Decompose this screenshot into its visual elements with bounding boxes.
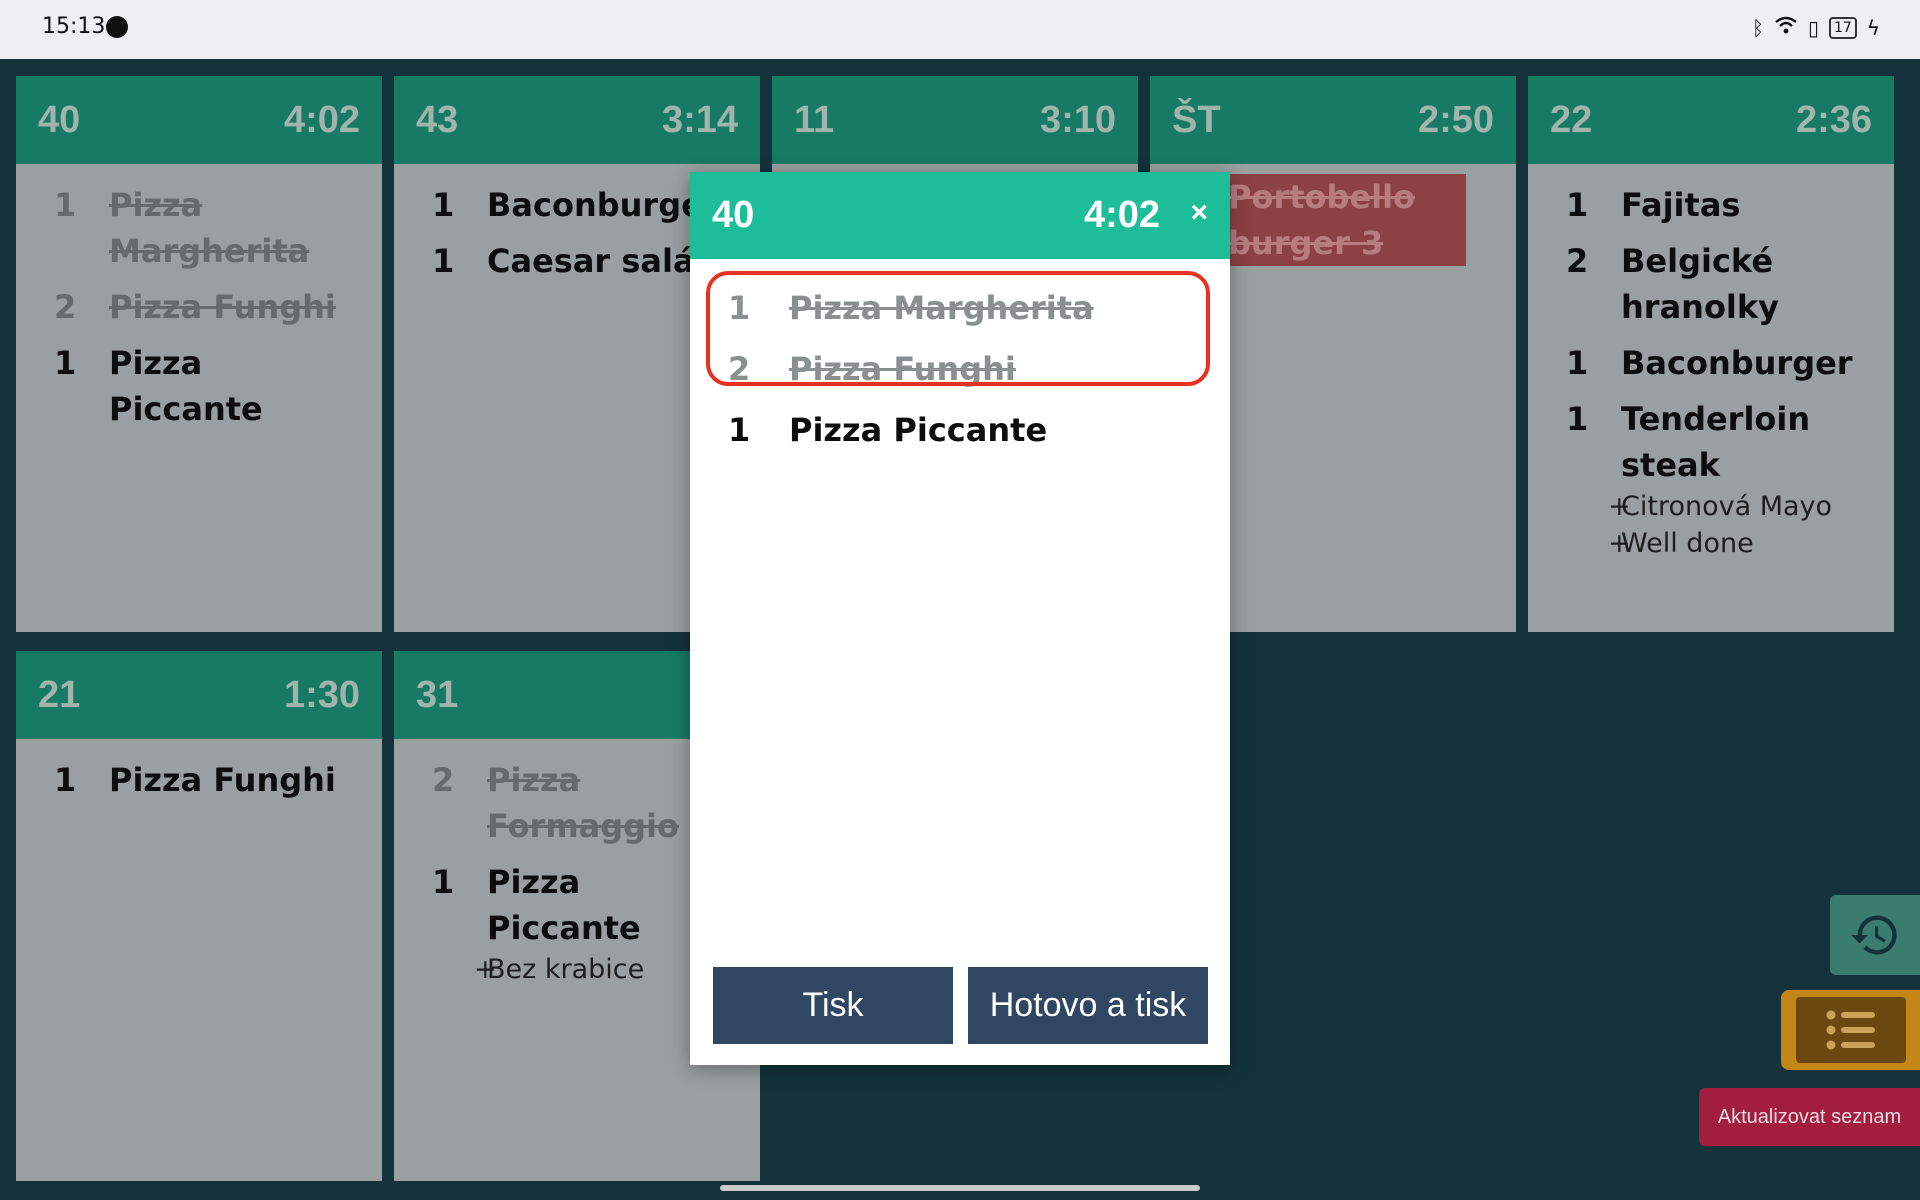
wifi-icon (1774, 15, 1798, 40)
done-and-print-button[interactable]: Hotovo a tisk (968, 967, 1208, 1044)
item-name: Pizza Funghi (109, 761, 336, 799)
list-icon (1826, 1010, 1875, 1050)
item-quantity: 1 (54, 344, 77, 382)
table-number: 40 (38, 98, 81, 141)
table-number: 43 (416, 98, 459, 141)
table-number: 11 (794, 98, 835, 141)
ticket-timer: 3:10 (1039, 98, 1116, 141)
charging-icon: ϟ (1866, 15, 1880, 40)
ticket-header: 22 2:36 (1528, 76, 1894, 164)
bluetooth-icon: ᛒ (1751, 15, 1764, 40)
order-item[interactable]: 2 Pizza Formaggio (414, 757, 679, 849)
modal-timer: 4:02 (1083, 194, 1160, 236)
item-name: Pizza Funghi (789, 349, 1016, 388)
ticket-header: 21 1:30 (16, 651, 382, 739)
battery-icon: 17 (1828, 16, 1857, 39)
item-quantity: 1 (54, 186, 77, 224)
item-name: Pizza Formaggio (487, 761, 680, 845)
item-quantity: 2 (432, 761, 455, 799)
print-button[interactable]: Tisk (713, 967, 953, 1044)
ticket-header: 11 3:10 (772, 76, 1138, 164)
order-item[interactable]: 1 Baconburger (1548, 340, 1874, 386)
modal-order-item[interactable]: 2 Pizza Funghi (690, 338, 1230, 399)
item-name: Fajitas (1621, 186, 1741, 224)
ticket-timer: 4:02 (283, 98, 360, 141)
status-bar: 15:13 ᛒ ▯ 17 ϟ (0, 0, 1920, 59)
item-name: Pizza Piccante (487, 863, 641, 947)
ticket-header: 40 4:02 (16, 76, 382, 164)
modal-order-item[interactable]: 1 Pizza Margherita (690, 277, 1230, 338)
ticket-timer: 1:30 (283, 673, 360, 716)
order-item[interactable]: 1 Fajitas (1548, 182, 1874, 228)
ticket-timer: 2:50 (1417, 98, 1494, 141)
modal-header: 40 4:02 × (690, 172, 1230, 259)
cancelled-item[interactable]: Portobello burger 3 (1210, 174, 1466, 266)
item-quantity: 1 (1566, 400, 1589, 438)
order-item[interactable]: 1 Pizza Margherita (36, 182, 309, 274)
item-quantity: 2 (54, 288, 77, 326)
history-icon (1851, 915, 1897, 955)
order-item[interactable]: 1 Tenderloin steak (1548, 396, 1811, 488)
item-name: Tenderloin steak (1621, 400, 1811, 484)
modal-order-item[interactable]: 1 Pizza Piccante (690, 399, 1230, 460)
item-quantity: 1 (54, 761, 77, 799)
item-quantity: 2 (728, 349, 751, 388)
order-item[interactable]: 2 Belgické hranolky (1548, 238, 1780, 330)
item-quantity: 1 (432, 863, 455, 901)
ticket-card[interactable]: 21 1:30 1 Pizza Funghi (16, 651, 382, 1181)
ticket-header: ŠT 2:50 (1150, 76, 1516, 164)
item-quantity: 1 (1566, 186, 1589, 224)
refresh-list-button[interactable]: Aktualizovat seznam (1699, 1088, 1920, 1146)
status-time: 15:13 (42, 14, 106, 39)
table-number: 21 (38, 673, 81, 716)
item-quantity: 1 (728, 288, 751, 327)
item-name: Caesar salát (487, 242, 710, 280)
ticket-timer: 2:36 (1795, 98, 1872, 141)
ticket-card[interactable]: 40 4:02 1 Pizza Margherita 2 Pizza Fungh… (16, 76, 382, 632)
order-item[interactable]: 2 Pizza Funghi (36, 284, 362, 330)
item-name: Baconburger (1621, 344, 1853, 382)
item-quantity: 1 (1566, 344, 1589, 382)
status-icons: ᛒ ▯ 17 ϟ (1752, 15, 1880, 40)
order-item[interactable]: 1 Pizza Piccante (36, 340, 266, 432)
item-name: Pizza Piccante (789, 410, 1048, 449)
item-name: Belgické hranolky (1621, 242, 1780, 326)
item-modifier: + Citronová Mayo (1608, 491, 1833, 522)
order-item[interactable]: 1 Pizza Funghi (36, 757, 362, 803)
item-quantity: 1 (728, 410, 751, 449)
ticket-detail-modal: 40 4:02 × 1 Pizza Margherita 2 Pizza Fun… (690, 172, 1230, 1065)
order-list-button[interactable] (1781, 990, 1920, 1070)
order-item[interactable]: 1 Pizza Piccante (414, 859, 644, 951)
table-number: 22 (1550, 98, 1593, 141)
table-number: 31 (416, 673, 459, 716)
ticket-card[interactable]: 22 2:36 1 Fajitas 2 Belgické hranolky 1 … (1528, 76, 1894, 632)
item-modifier: + Well done (1608, 528, 1754, 559)
item-quantity: 1 (432, 242, 455, 280)
notification-icon (106, 16, 128, 38)
history-button[interactable] (1830, 895, 1920, 975)
item-name: Pizza Funghi (109, 288, 336, 326)
item-name: Pizza Margherita (109, 186, 310, 270)
ticket-header: 43 3:14 (394, 76, 760, 164)
item-name: Baconburger (487, 186, 719, 224)
item-name: Pizza Margherita (789, 288, 1094, 327)
item-name: Pizza Piccante (109, 344, 263, 428)
item-quantity: 2 (1566, 242, 1589, 280)
table-number: ŠT (1172, 98, 1221, 141)
item-quantity: 1 (432, 186, 455, 224)
ticket-timer: 3:14 (661, 98, 738, 141)
sim-icon: ▯ (1807, 15, 1819, 40)
home-indicator[interactable] (720, 1185, 1200, 1191)
close-icon[interactable]: × (1190, 196, 1208, 230)
modal-table-number: 40 (712, 194, 755, 236)
